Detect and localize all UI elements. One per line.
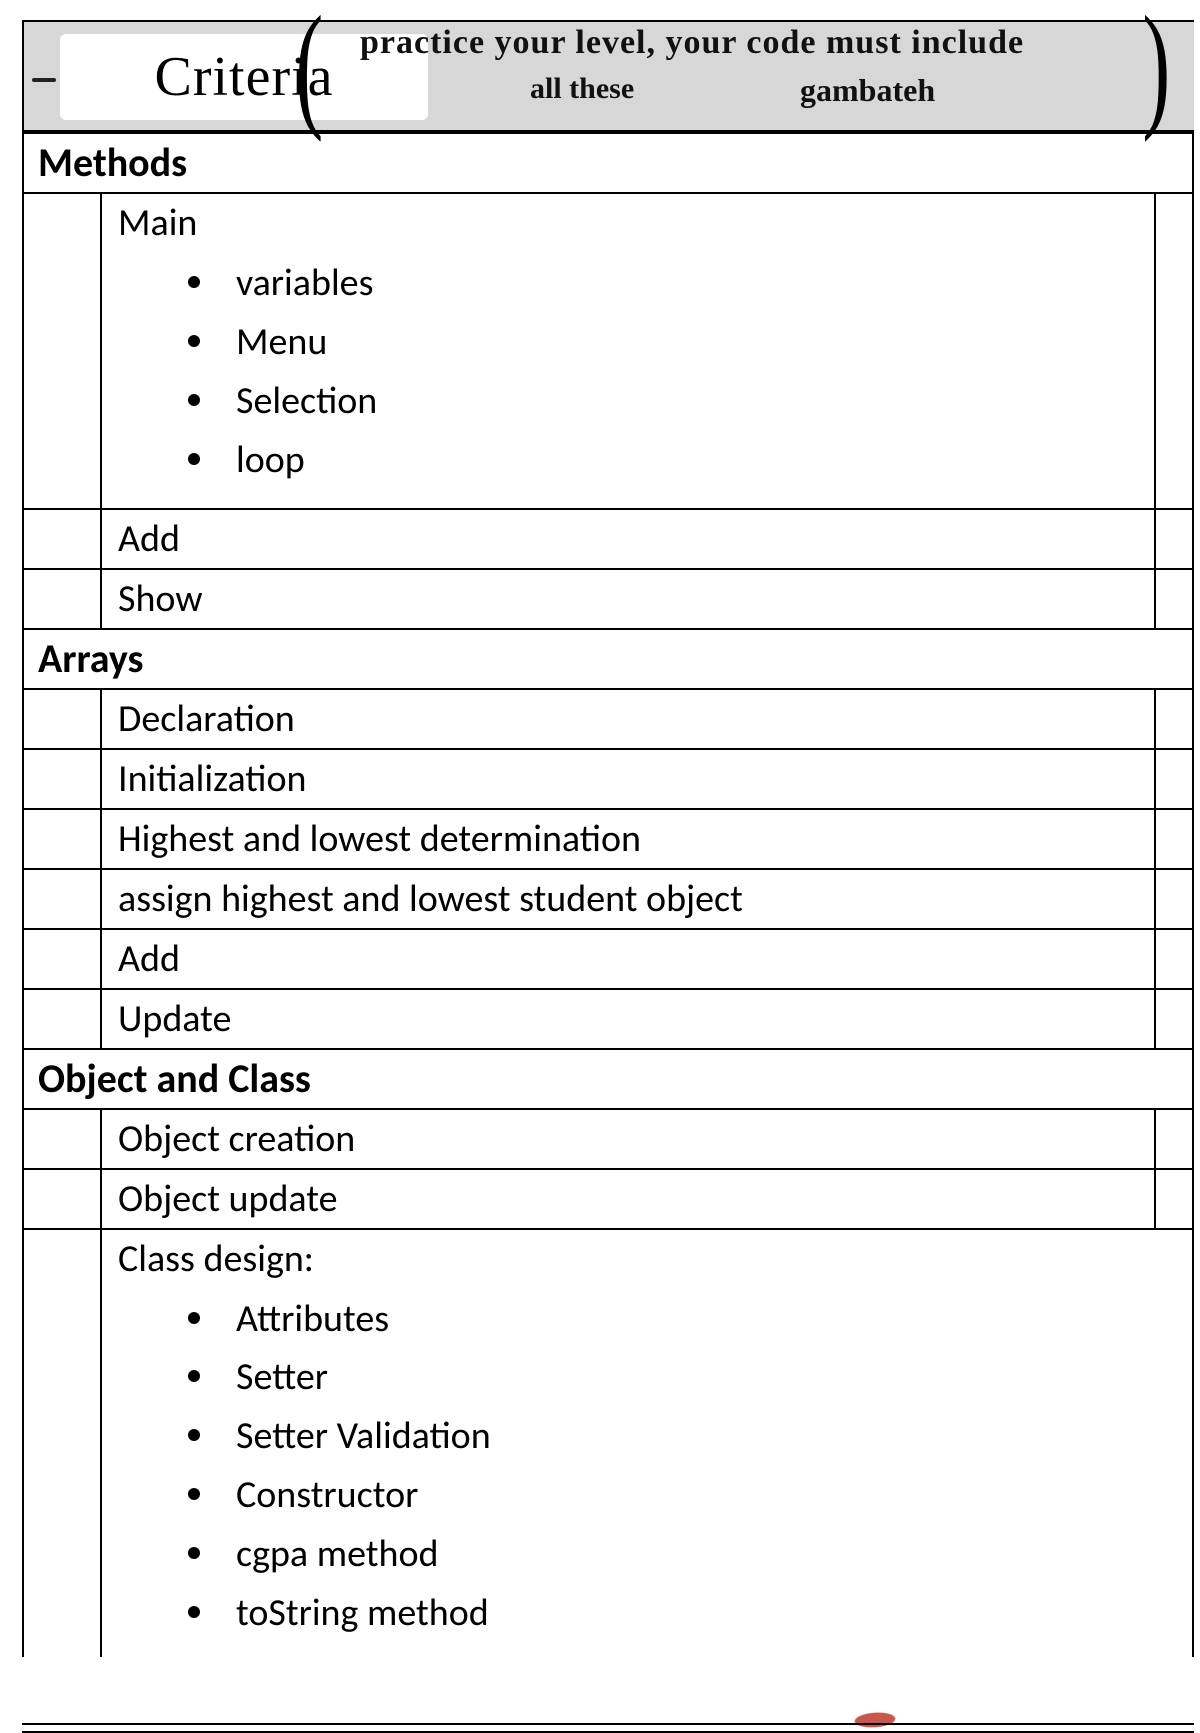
section-title: Methods (24, 134, 197, 192)
right-col-gap (1154, 690, 1192, 748)
cell-content: Add (102, 510, 1154, 568)
indent-spacer (24, 690, 102, 748)
right-col-gap (1154, 194, 1192, 508)
bullet-item: cgpa method (188, 1525, 1176, 1584)
handwritten-note: ( practice your level, your code must in… (300, 22, 1170, 132)
bullet-item: Setter (188, 1348, 1176, 1407)
bullet-item: Setter Validation (188, 1407, 1176, 1466)
note-line-2: all these (530, 72, 634, 106)
bullet-list: variables Menu Selection loop (118, 246, 1138, 498)
bullet-item: Menu (188, 313, 1138, 372)
row-initialization: Initialization (22, 750, 1194, 810)
indent-spacer (24, 990, 102, 1048)
cell-content: Object creation (102, 1110, 1154, 1168)
bullet-item: variables (188, 254, 1138, 313)
cell-content: Add (102, 930, 1154, 988)
left-paren-icon: ( (295, 16, 323, 116)
row-main: Main variables Menu Selection loop (22, 194, 1194, 510)
criteria-table: Methods Main variables Menu Selection lo… (22, 132, 1194, 1657)
bullet-item: Constructor (188, 1466, 1176, 1525)
right-paren-icon: ) (1143, 16, 1171, 116)
cell-main: Main variables Menu Selection loop (102, 194, 1154, 508)
indent-spacer (24, 810, 102, 868)
right-col-gap (1154, 810, 1192, 868)
row-object-update: Object update (22, 1170, 1194, 1230)
right-col-gap (1154, 990, 1192, 1048)
bullet-list: Attributes Setter Setter Validation Cons… (118, 1282, 1176, 1651)
row-show: Show (22, 570, 1194, 630)
section-heading-object: Object and Class (22, 1050, 1194, 1110)
indent-spacer (24, 570, 102, 628)
right-col-gap (1154, 930, 1192, 988)
cell-content: assign highest and lowest student object (102, 870, 1154, 928)
row-arrays-update: Update (22, 990, 1194, 1050)
row-class-design: Class design: Attributes Setter Setter V… (22, 1230, 1194, 1657)
indent-spacer (24, 750, 102, 808)
bottom-rule (22, 1723, 1194, 1733)
right-col-gap (1154, 1110, 1192, 1168)
row-add: Add (22, 510, 1194, 570)
note-line-1: practice your level, your code must incl… (360, 24, 1100, 62)
indent-spacer (24, 1230, 102, 1657)
indent-spacer (24, 870, 102, 928)
bullet-item: Selection (188, 372, 1138, 431)
section-heading-arrays: Arrays (22, 630, 1194, 690)
row-assign-object: assign highest and lowest student object (22, 870, 1194, 930)
right-col-gap (1154, 1170, 1192, 1228)
row-arrays-add: Add (22, 930, 1194, 990)
indent-spacer (24, 510, 102, 568)
row-declaration: Declaration (22, 690, 1194, 750)
right-col-gap (1154, 570, 1192, 628)
section-title: Object and Class (24, 1050, 321, 1108)
section-heading-methods: Methods (22, 132, 1194, 194)
cell-class-design: Class design: Attributes Setter Setter V… (102, 1230, 1192, 1657)
note-line-3: gambateh (800, 72, 935, 109)
bullet-item: Attributes (188, 1290, 1176, 1349)
right-col-gap (1154, 510, 1192, 568)
cell-content: Update (102, 990, 1154, 1048)
indent-spacer (24, 1170, 102, 1228)
tick-dash (32, 78, 56, 82)
row-label: Main (118, 200, 1138, 246)
section-title: Arrays (24, 630, 153, 688)
row-highest-lowest: Highest and lowest determination (22, 810, 1194, 870)
indent-spacer (24, 930, 102, 988)
cell-content: Highest and lowest determination (102, 810, 1154, 868)
row-label: Class design: (118, 1236, 1176, 1282)
right-col-gap (1154, 870, 1192, 928)
cell-content: Declaration (102, 690, 1154, 748)
right-col-gap (1154, 750, 1192, 808)
indent-spacer (24, 1110, 102, 1168)
cell-content: Initialization (102, 750, 1154, 808)
row-object-creation: Object creation (22, 1110, 1194, 1170)
indent-spacer (24, 194, 102, 508)
cell-content: Show (102, 570, 1154, 628)
bullet-item: toString method (188, 1584, 1176, 1643)
cell-content: Object update (102, 1170, 1154, 1228)
bullet-item: loop (188, 431, 1138, 490)
